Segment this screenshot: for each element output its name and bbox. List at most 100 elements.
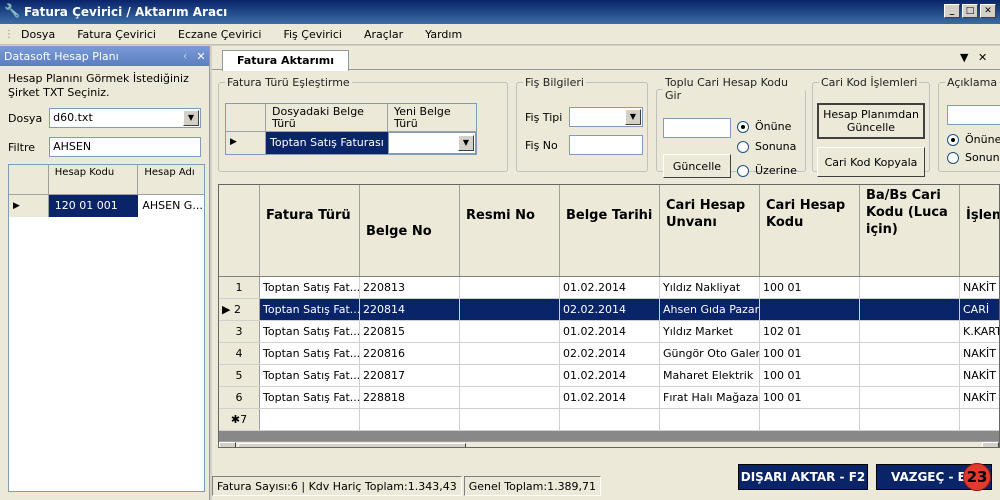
table-cell[interactable] — [760, 299, 860, 320]
tab-fatura-aktarimi[interactable]: Fatura Aktarımı — [222, 50, 349, 71]
col-cari-unvan[interactable]: Cari Hesap Unvanı — [660, 185, 760, 276]
export-button[interactable]: DIŞARI AKTAR - F2 — [738, 464, 868, 490]
table-row[interactable]: 3 Toptan Satış Fat... 220815 01.02.2014 Yıld… — [219, 321, 999, 343]
account-row[interactable]: ▶ 120 01 001 AHSEN G... — [9, 195, 204, 217]
scroll-thumb[interactable] — [238, 443, 466, 447]
scroll-left-icon[interactable]: ◀ — [219, 442, 236, 447]
table-cell[interactable] — [660, 409, 760, 430]
col-belge-tarihi[interactable]: Belge Tarihi — [560, 185, 660, 276]
table-cell[interactable] — [460, 343, 560, 364]
tab-close-icon[interactable]: ✕ — [978, 51, 987, 64]
aciklama-radio-sonuna[interactable]: Sonun — [947, 151, 1000, 164]
table-cell[interactable]: Toptan Satış Fat... — [260, 343, 360, 364]
row-header[interactable]: 5 — [219, 365, 260, 386]
table-cell[interactable]: Güngör Oto Galeri — [660, 343, 760, 364]
table-cell[interactable] — [860, 321, 960, 342]
mapping-row[interactable]: ▶ Toptan Satış Faturası ▼ — [226, 132, 476, 154]
table-row[interactable]: 1 Toptan Satış Fat... 220813 01.02.2014 Yıld… — [219, 277, 999, 299]
cari-code-input[interactable] — [663, 118, 731, 138]
table-cell[interactable] — [860, 277, 960, 298]
table-cell[interactable]: Toptan Satış Fat... — [260, 277, 360, 298]
new-type-select[interactable]: ▼ — [388, 132, 476, 154]
table-cell[interactable] — [460, 277, 560, 298]
aciklama-input[interactable] — [947, 105, 1000, 125]
table-row[interactable]: 4 Toptan Satış Fat... 220816 02.02.2014 Güng… — [219, 343, 999, 365]
row-header[interactable]: 3 — [219, 321, 260, 342]
horizontal-scrollbar[interactable]: ◀ ▶ — [219, 441, 999, 447]
table-cell[interactable]: Ahsen Gıda Pazarı — [660, 299, 760, 320]
table-cell[interactable] — [460, 409, 560, 430]
table-cell[interactable] — [860, 409, 960, 430]
col-dosyadaki-belge[interactable]: Dosyadaki Belge Türü — [266, 104, 388, 131]
table-cell[interactable]: 100 01 — [760, 343, 860, 364]
chevron-down-icon[interactable]: ▼ — [458, 135, 474, 151]
table-cell[interactable]: CARİ — [960, 299, 999, 320]
chevron-down-icon[interactable]: ▼ — [625, 109, 641, 125]
row-header[interactable]: 4 — [219, 343, 260, 364]
table-cell[interactable]: Toptan Satış Fat... — [260, 365, 360, 386]
table-cell[interactable]: 220815 — [360, 321, 460, 342]
row-header[interactable]: 6 — [219, 387, 260, 408]
table-row[interactable]: 5 Toptan Satış Fat... 220817 01.02.2014 Maha… — [219, 365, 999, 387]
menu-fatura-cevirici[interactable]: Fatura Çevirici — [66, 28, 167, 41]
hesap-plani-update-button[interactable]: Hesap Planımdan Güncelle — [817, 103, 925, 139]
file-select[interactable]: d60.txt ▼ — [49, 108, 201, 128]
fis-no-input[interactable] — [569, 135, 643, 155]
table-cell[interactable] — [460, 321, 560, 342]
close-icon[interactable]: ✕ — [193, 50, 209, 63]
col-islem-doviz[interactable]: İşlem Döv — [960, 185, 999, 276]
table-cell[interactable]: Toptan Satış Fat... — [260, 387, 360, 408]
table-cell[interactable]: 100 01 — [760, 365, 860, 386]
table-cell[interactable]: NAKİT — [960, 277, 999, 298]
table-cell[interactable] — [860, 365, 960, 386]
table-cell[interactable]: Fırat Halı Mağazası — [660, 387, 760, 408]
maximize-button[interactable]: □ — [962, 4, 978, 18]
col-hesap-adi[interactable]: Hesap Adı — [138, 165, 204, 194]
table-row[interactable]: ✱7 — [219, 409, 999, 431]
update-button[interactable]: Güncelle — [663, 154, 731, 178]
col-fatura-turu[interactable]: Fatura Türü — [260, 185, 360, 276]
filter-input[interactable]: AHSEN — [49, 137, 201, 157]
table-cell[interactable]: K.KART — [960, 321, 999, 342]
col-yeni-belge[interactable]: Yeni Belge Türü — [388, 104, 476, 131]
table-cell[interactable]: NAKİT — [960, 365, 999, 386]
table-cell[interactable]: 228818 — [360, 387, 460, 408]
col-belge-no[interactable]: Belge No — [360, 185, 460, 276]
table-cell[interactable]: 01.02.2014 — [560, 321, 660, 342]
table-row[interactable]: 6 Toptan Satış Fat... 228818 01.02.2014 Fıra… — [219, 387, 999, 409]
table-cell[interactable]: NAKİT — [960, 387, 999, 408]
scroll-right-icon[interactable]: ▶ — [982, 442, 999, 447]
table-cell[interactable] — [460, 299, 560, 320]
menu-yardim[interactable]: Yardım — [414, 28, 473, 41]
chevron-down-icon[interactable]: ▼ — [183, 110, 199, 126]
table-cell[interactable]: Maharet Elektrik — [660, 365, 760, 386]
table-cell[interactable]: 100 01 — [760, 277, 860, 298]
table-cell[interactable] — [860, 387, 960, 408]
col-hesap-kodu[interactable]: Hesap Kodu — [49, 165, 139, 194]
table-row[interactable]: ▶ 2 Toptan Satış Fat... 220814 02.02.2014 Ah… — [219, 299, 999, 321]
table-cell[interactable]: 01.02.2014 — [560, 365, 660, 386]
close-button[interactable]: ✕ — [980, 4, 996, 18]
table-cell[interactable] — [860, 299, 960, 320]
table-cell[interactable]: Yıldız Nakliyat — [660, 277, 760, 298]
col-cari-kodu[interactable]: Cari Hesap Kodu — [760, 185, 860, 276]
row-header[interactable]: ✱7 — [219, 409, 260, 430]
table-cell[interactable]: 220817 — [360, 365, 460, 386]
table-cell[interactable] — [560, 409, 660, 430]
table-cell[interactable]: 220814 — [360, 299, 460, 320]
table-cell[interactable] — [360, 409, 460, 430]
table-cell[interactable] — [760, 409, 860, 430]
fis-tipi-select[interactable]: ▼ — [569, 107, 643, 127]
col-babs-kodu[interactable]: Ba/Bs Cari Kodu (Luca için) — [860, 185, 960, 276]
row-pointer-icon[interactable]: ▶ 2 — [219, 299, 260, 320]
col-resmi-no[interactable]: Resmi No — [460, 185, 560, 276]
row-header[interactable]: 1 — [219, 277, 260, 298]
tab-menu-icon[interactable]: ▼ — [960, 51, 968, 64]
menu-fis-cevirici[interactable]: Fiş Çevirici — [272, 28, 353, 41]
table-cell[interactable] — [260, 409, 360, 430]
menu-dosya[interactable]: Dosya — [10, 28, 66, 41]
table-cell[interactable] — [460, 365, 560, 386]
minimize-button[interactable]: _ — [944, 4, 960, 18]
table-cell[interactable]: 220816 — [360, 343, 460, 364]
table-cell[interactable]: 102 01 — [760, 321, 860, 342]
